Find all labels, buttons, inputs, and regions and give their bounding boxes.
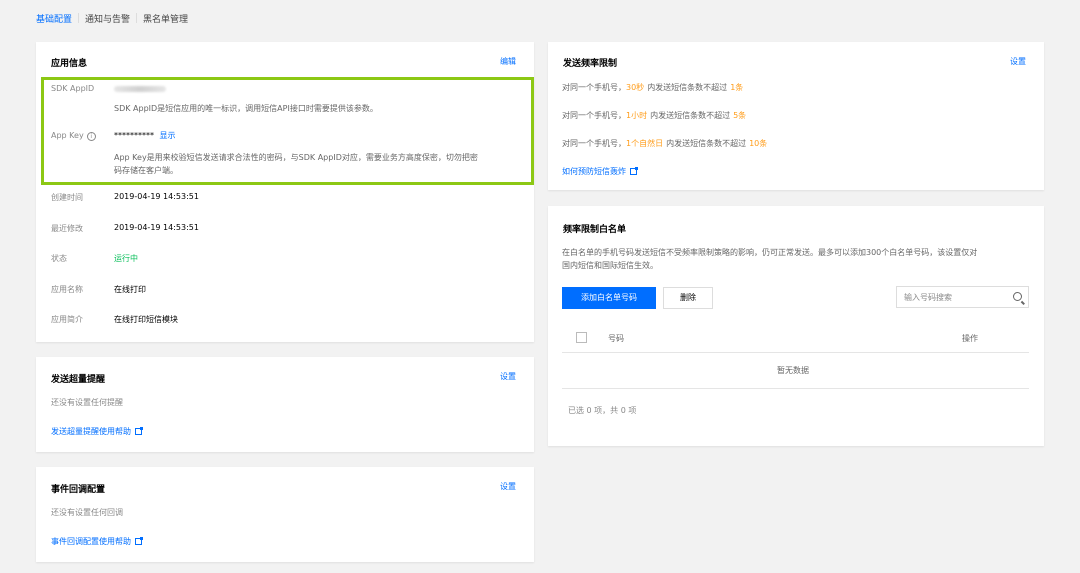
- whitelist-title: 频率限制白名单: [563, 225, 627, 235]
- selection-summary: 已选 0 项，共 0 项: [568, 406, 637, 415]
- external-link-icon: [135, 537, 143, 545]
- whitelist-card: 频率限制白名单 在白名单的手机号码发送短信不受频率限制策略的影响，仍可正常发送。…: [548, 206, 1044, 446]
- created-time-label: 创建时间: [51, 193, 83, 202]
- freq-help-text: 如何预防短信轰炸: [562, 167, 626, 176]
- column-header-action: 操作: [962, 334, 978, 343]
- app-intro-label: 应用简介: [51, 315, 83, 324]
- select-all-checkbox[interactable]: [576, 332, 587, 343]
- app-name-label: 应用名称: [51, 285, 83, 294]
- whitelist-desc-2: 国内短信和国际短信生效。: [562, 261, 658, 270]
- overlimit-desc: 还没有设置任何提醒: [51, 398, 123, 407]
- freq-limit-title: 发送频率限制: [563, 59, 618, 69]
- empty-state-text: 暂无数据: [777, 366, 809, 375]
- modified-time-label: 最近修改: [51, 224, 83, 233]
- callback-title: 事件回调配置: [51, 485, 106, 495]
- tab-basic-config[interactable]: 基础配置: [36, 12, 78, 25]
- external-link-icon: [630, 167, 638, 175]
- callback-card: 事件回调配置 设置 还没有设置任何回调 事件回调配置使用帮助: [36, 467, 534, 562]
- freq-settings-link[interactable]: 设置: [1010, 56, 1026, 67]
- freq-rule: 对同一个手机号，30秒 内发送短信条数不超过 1条: [562, 83, 744, 92]
- search-icon[interactable]: [1013, 292, 1022, 301]
- whitelist-desc-1: 在白名单的手机号码发送短信不受频率限制策略的影响，仍可正常发送。最多可以添加30…: [562, 248, 978, 257]
- add-whitelist-button[interactable]: 添加白名单号码: [562, 287, 656, 309]
- external-link-icon: [135, 427, 143, 435]
- callback-help-text: 事件回调配置使用帮助: [51, 537, 131, 546]
- callback-desc: 还没有设置任何回调: [51, 508, 123, 517]
- overlimit-settings-link[interactable]: 设置: [500, 371, 516, 382]
- table-header-divider: [562, 352, 1029, 353]
- status-label: 状态: [51, 254, 67, 263]
- freq-limit-card: 发送频率限制 设置 对同一个手机号，30秒 内发送短信条数不超过 1条 对同一个手机…: [548, 42, 1044, 190]
- highlight-frame: [41, 77, 534, 185]
- overlimit-card: 发送超量提醒 设置 还没有设置任何提醒 发送超量提醒使用帮助: [36, 357, 534, 452]
- table-bottom-divider: [562, 388, 1029, 389]
- status-value: 运行中: [114, 254, 138, 263]
- search-placeholder: 输入号码搜索: [904, 293, 952, 302]
- modified-time-value: 2019-04-19 14:53:51: [114, 223, 199, 232]
- tab-bar: 基础配置 通知与告警 黑名单管理: [36, 11, 194, 25]
- callback-help-link[interactable]: 事件回调配置使用帮助: [51, 536, 143, 547]
- column-header-number: 号码: [608, 334, 624, 343]
- overlimit-help-text: 发送超量提醒使用帮助: [51, 427, 131, 436]
- callback-settings-link[interactable]: 设置: [500, 481, 516, 492]
- delete-button[interactable]: 删除: [663, 287, 713, 309]
- tab-blacklist[interactable]: 黑名单管理: [137, 12, 194, 25]
- created-time-value: 2019-04-19 14:53:51: [114, 192, 199, 201]
- overlimit-title: 发送超量提醒: [51, 375, 106, 385]
- tab-notifications[interactable]: 通知与告警: [79, 12, 136, 25]
- app-intro-value: 在线打印短信模块: [114, 315, 178, 324]
- app-info-title: 应用信息: [51, 59, 88, 69]
- overlimit-help-link[interactable]: 发送超量提醒使用帮助: [51, 426, 143, 437]
- freq-help-link[interactable]: 如何预防短信轰炸: [562, 166, 638, 177]
- freq-rule: 对同一个手机号，1个自然日 内发送短信条数不超过 10条: [562, 139, 768, 148]
- app-name-value: 在线打印: [114, 285, 146, 294]
- freq-rule: 对同一个手机号，1小时 内发送短信条数不超过 5条: [562, 111, 747, 120]
- edit-link[interactable]: 编辑: [500, 56, 516, 67]
- search-input[interactable]: 输入号码搜索: [896, 286, 1029, 308]
